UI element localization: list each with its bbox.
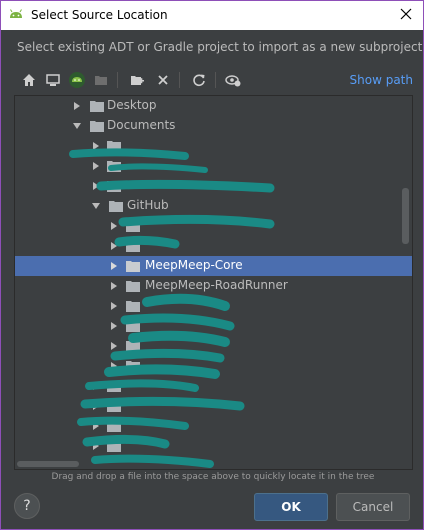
toolbar-separator: [117, 72, 118, 88]
folder-icon: [109, 201, 123, 212]
folder-icon: [90, 101, 104, 112]
show-hidden-icon[interactable]: [223, 70, 243, 90]
folder-icon: [107, 401, 121, 412]
tree-node-redacted[interactable]: [15, 376, 412, 396]
folder-icon: [90, 121, 104, 132]
chevron-right-icon[interactable]: [109, 261, 119, 271]
dialog-description: Select existing ADT or Gradle project to…: [17, 40, 423, 54]
tree-node-redacted[interactable]: [15, 356, 412, 376]
tree-node-github[interactable]: GitHub: [15, 196, 412, 216]
chevron-right-icon[interactable]: [109, 241, 119, 251]
chevron-right-icon[interactable]: [91, 141, 101, 151]
dialog-window: Select Source Location Select existing A…: [0, 0, 424, 530]
close-icon[interactable]: [397, 5, 415, 23]
tree-node-redacted[interactable]: [15, 416, 412, 436]
tree-node-redacted[interactable]: [15, 176, 412, 196]
toolbar-separator: [179, 72, 180, 88]
window-title: Select Source Location: [31, 8, 168, 22]
chevron-right-icon[interactable]: [109, 341, 119, 351]
help-button[interactable]: ?: [14, 493, 40, 519]
ok-button[interactable]: OK: [254, 493, 328, 521]
tree-node-meepmeep-roadrunner[interactable]: MeepMeep-RoadRunner: [15, 276, 412, 296]
folder-icon: [126, 281, 140, 292]
chevron-down-icon[interactable]: [91, 201, 101, 211]
folder-icon: [126, 341, 140, 352]
chevron-right-icon[interactable]: [91, 401, 101, 411]
chevron-right-icon[interactable]: [109, 301, 119, 311]
android-studio-icon: [10, 9, 22, 18]
chevron-right-icon[interactable]: [91, 161, 101, 171]
toolbar-separator: [215, 72, 216, 88]
chevron-right-icon[interactable]: [109, 281, 119, 291]
tree-node-redacted[interactable]: [15, 396, 412, 416]
folder-icon: [126, 361, 140, 372]
tree-node-desktop[interactable]: Desktop: [15, 96, 412, 116]
cancel-button[interactable]: Cancel: [336, 493, 410, 521]
drag-drop-hint: Drag and drop a file into the space abov…: [51, 472, 375, 482]
folder-icon: [107, 181, 121, 192]
vertical-scrollbar[interactable]: [402, 188, 409, 244]
home-icon[interactable]: [19, 70, 39, 90]
folder-icon: [107, 421, 121, 432]
desktop-icon[interactable]: [43, 70, 63, 90]
android-project-icon[interactable]: [67, 70, 87, 90]
chevron-right-icon[interactable]: [109, 221, 119, 231]
tree-node-redacted[interactable]: [15, 336, 412, 356]
folder-icon: [126, 221, 140, 232]
chevron-right-icon[interactable]: [91, 441, 101, 451]
tree-node-documents[interactable]: Documents: [15, 116, 412, 136]
file-tree[interactable]: Desktop Documents GitHub MeepMeep-Core M…: [14, 95, 413, 470]
tree-node-redacted[interactable]: [15, 216, 412, 236]
folder-icon: [107, 141, 121, 152]
horizontal-scrollbar[interactable]: [17, 461, 79, 467]
show-path-link[interactable]: Show path: [350, 73, 413, 87]
tree-node-redacted[interactable]: [15, 136, 412, 156]
folder-icon: [107, 441, 121, 452]
new-folder-icon[interactable]: [127, 70, 147, 90]
tree-node-redacted[interactable]: [15, 316, 412, 336]
title-bar: Select Source Location: [1, 1, 423, 30]
chevron-right-icon[interactable]: [91, 421, 101, 431]
chevron-right-icon[interactable]: [109, 361, 119, 371]
delete-icon[interactable]: [153, 70, 173, 90]
folder-icon: [126, 241, 140, 252]
tree-node-label: GitHub: [127, 198, 169, 212]
chevron-right-icon[interactable]: [91, 381, 101, 391]
tree-node-redacted[interactable]: [15, 236, 412, 256]
folder-icon: [126, 261, 140, 272]
folder-icon: [126, 301, 140, 312]
chevron-down-icon[interactable]: [72, 121, 82, 131]
tree-node-redacted[interactable]: [15, 436, 412, 456]
folder-icon: [126, 321, 140, 332]
folder-icon: [107, 381, 121, 392]
module-folder-icon: [91, 70, 111, 90]
toolbar: Show path: [15, 67, 415, 93]
refresh-icon[interactable]: [189, 70, 209, 90]
chevron-right-icon[interactable]: [72, 101, 82, 111]
folder-icon: [107, 161, 121, 172]
chevron-right-icon[interactable]: [91, 181, 101, 191]
chevron-right-icon[interactable]: [109, 321, 119, 331]
tree-node-label: Documents: [107, 118, 176, 132]
tree-node-label: MeepMeep-RoadRunner: [145, 278, 288, 292]
tree-node-label: Desktop: [107, 98, 157, 112]
tree-node-redacted[interactable]: [15, 296, 412, 316]
tree-node-meepmeep-core[interactable]: MeepMeep-Core: [15, 256, 412, 276]
tree-node-redacted[interactable]: [15, 156, 412, 176]
tree-node-label: MeepMeep-Core: [145, 258, 243, 272]
